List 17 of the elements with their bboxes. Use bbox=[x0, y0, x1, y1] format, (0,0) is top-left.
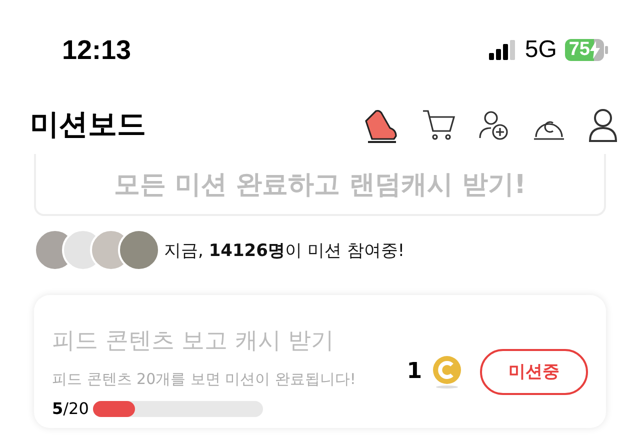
page-title: 미션보드 bbox=[30, 106, 146, 143]
charging-bolt-icon bbox=[590, 41, 600, 59]
clock-time: 12:13 bbox=[62, 34, 132, 66]
signal-icon bbox=[488, 40, 517, 60]
reward-amount: 1 bbox=[406, 359, 422, 384]
cart-icon[interactable] bbox=[422, 109, 456, 141]
add-user-icon[interactable] bbox=[478, 109, 510, 141]
battery-percent: 75 bbox=[568, 39, 590, 61]
profile-icon[interactable] bbox=[588, 108, 618, 142]
mission-title: 피드 콘텐츠 보고 캐시 받기 bbox=[52, 327, 336, 356]
mission-status-button[interactable]: 미션중 bbox=[480, 348, 588, 394]
sneaker-icon[interactable] bbox=[364, 107, 400, 143]
battery-tip-icon bbox=[605, 46, 608, 54]
network-label: 5G bbox=[524, 36, 557, 64]
progress-count: 5/20 bbox=[52, 399, 89, 418]
mission-description: 피드 콘텐츠 20개를 보면 미션이 완료됩니다! bbox=[52, 370, 357, 389]
participants-text: 지금, 14126명이 미션 참여중! bbox=[164, 240, 405, 262]
